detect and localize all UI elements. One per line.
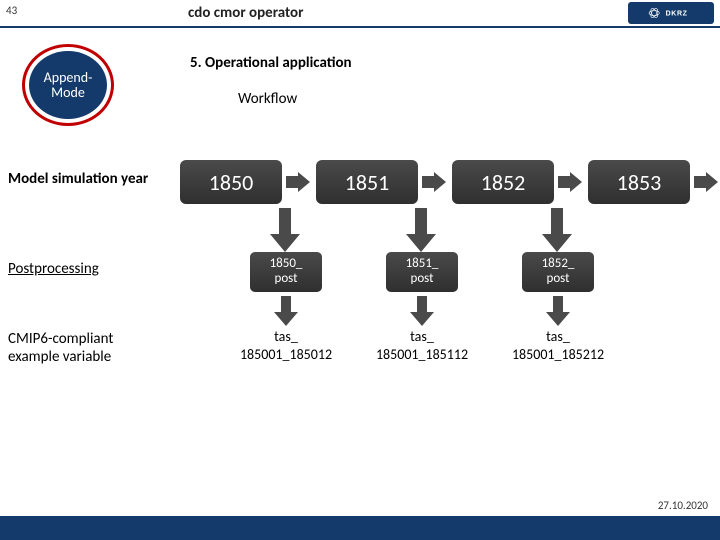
arrow-right-icon — [286, 172, 310, 192]
section-title: 5. Operational application — [190, 54, 352, 72]
svg-text:DKRZ: DKRZ — [665, 11, 687, 18]
tas-l2: 185001_185112 — [376, 346, 468, 363]
arrow-right-icon — [694, 172, 718, 192]
post-top: 1852_ — [542, 256, 575, 271]
slide-number: 43 — [6, 4, 17, 17]
arrow-right-icon — [558, 172, 582, 192]
arrow-down-icon — [270, 208, 300, 252]
year-box-1851: 1851 — [316, 160, 418, 204]
badge-line2: Mode — [51, 84, 85, 101]
append-mode-badge: Append- Mode — [22, 44, 114, 126]
tas-l1: tas_ — [410, 328, 434, 345]
arrow-down-icon — [410, 296, 434, 326]
tas-l1: tas_ — [546, 328, 570, 345]
header-divider — [0, 26, 720, 28]
year-box-1850: 1850 — [180, 160, 282, 204]
row-label-postprocessing: Postprocessing — [8, 260, 162, 278]
slide-title: cdo cmor operator — [188, 4, 303, 22]
subsection-title: Workflow — [238, 90, 297, 108]
post-box-1851: 1851_post — [386, 252, 458, 292]
year-box-1852: 1852 — [452, 160, 554, 204]
post-box-1850: 1850_post — [250, 252, 322, 292]
tas-label-2: tas_185001_185212 — [488, 328, 628, 363]
tas-l2: 185001_185212 — [512, 346, 604, 363]
row-label-simulation: Model simulation year — [8, 170, 162, 188]
footer-date: 27.10.2020 — [658, 499, 708, 512]
tas-label-1: tas_185001_185112 — [352, 328, 492, 363]
arrow-down-icon — [406, 208, 436, 252]
footer-bar — [0, 516, 720, 540]
arrow-down-icon — [274, 296, 298, 326]
arrow-right-icon — [422, 172, 446, 192]
header: 43 cdo cmor operator DKRZ — [0, 0, 720, 28]
logo-icon: DKRZ — [644, 6, 699, 20]
dkrz-logo: DKRZ — [628, 2, 714, 24]
post-bottom: post — [411, 271, 434, 286]
post-bottom: post — [275, 271, 298, 286]
post-box-1852: 1852_post — [522, 252, 594, 292]
tas-label-0: tas_185001_185012 — [216, 328, 356, 363]
post-bottom: post — [547, 271, 570, 286]
tas-l1: tas_ — [274, 328, 298, 345]
badge-inner: Append- Mode — [29, 51, 107, 119]
slide: 43 cdo cmor operator DKRZ Append- Mode 5… — [0, 0, 720, 540]
post-top: 1851_ — [406, 256, 439, 271]
arrow-down-icon — [546, 296, 570, 326]
post-top: 1850_ — [270, 256, 303, 271]
row-label-compliant: CMIP6-compliant example variable — [8, 330, 162, 366]
tas-l2: 185001_185012 — [240, 346, 332, 363]
year-box-1853: 1853 — [588, 160, 690, 204]
arrow-down-icon — [542, 208, 572, 252]
